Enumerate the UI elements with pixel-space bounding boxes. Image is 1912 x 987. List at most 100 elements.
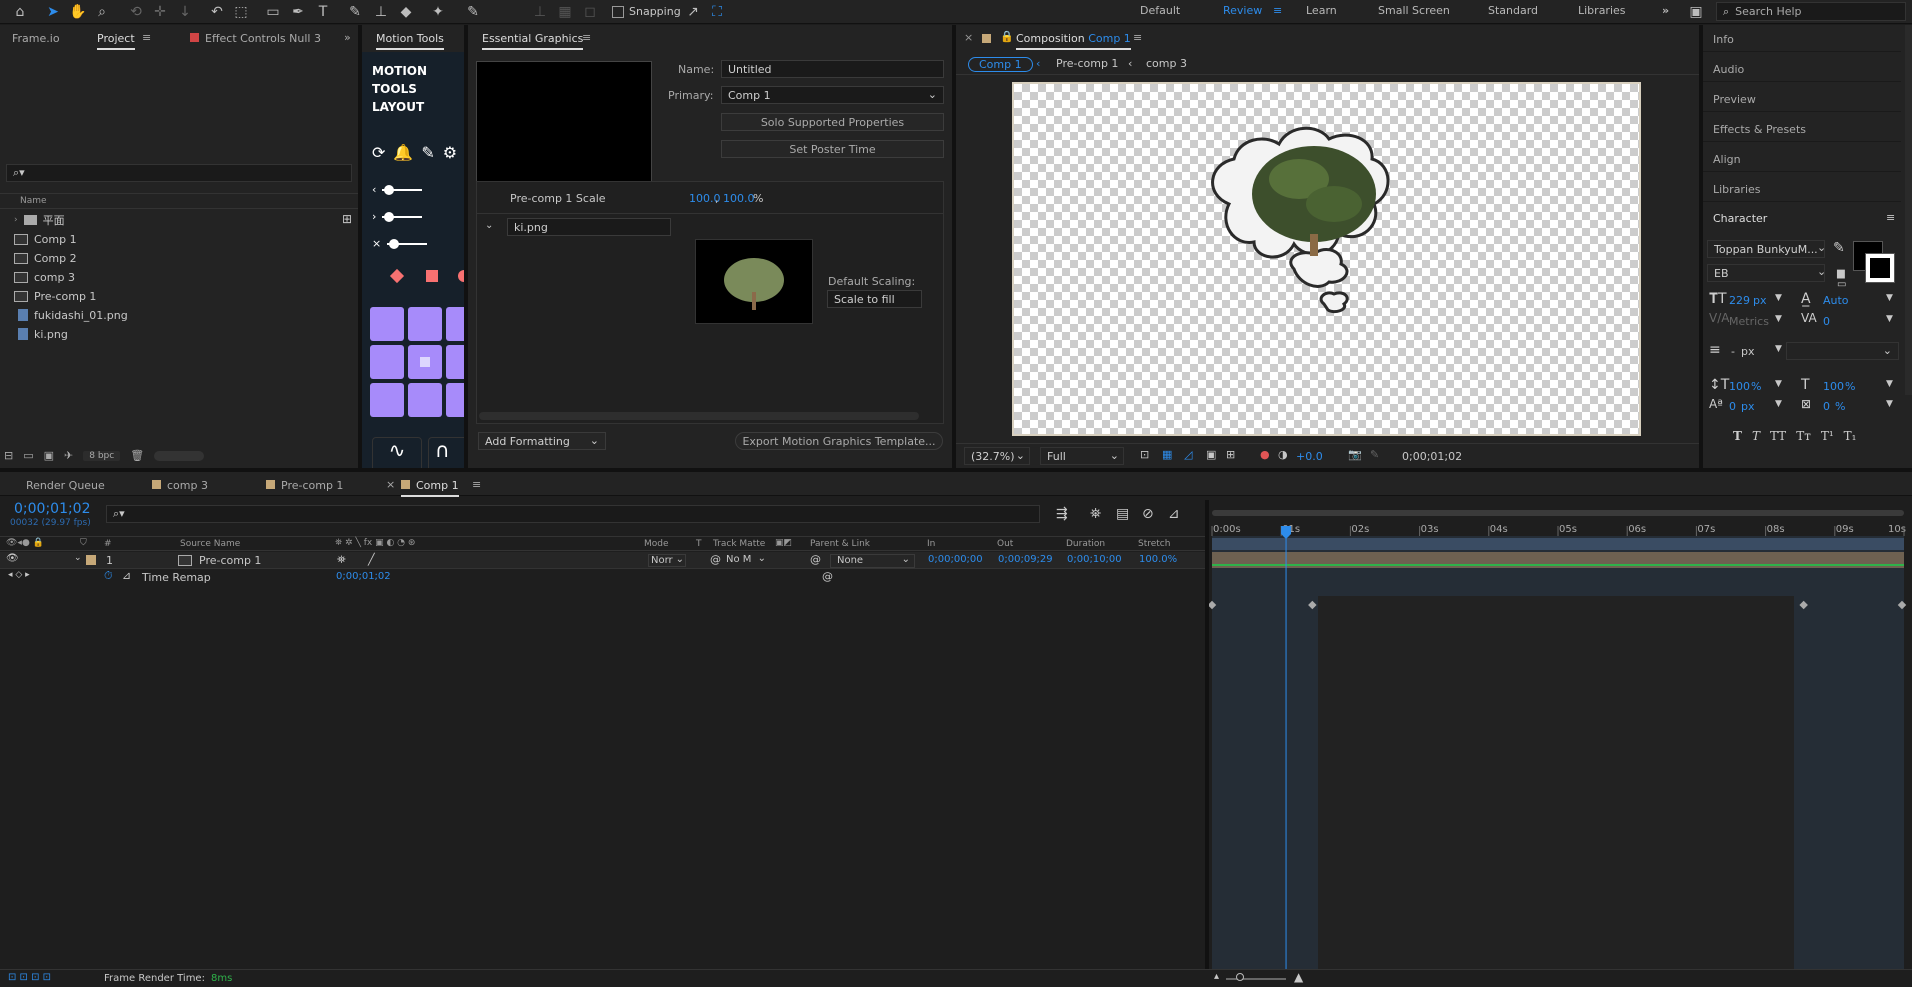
- panel-libraries[interactable]: Libraries: [1703, 175, 1901, 202]
- col-mode[interactable]: Mode: [644, 539, 669, 549]
- comp-mini-flowchart-icon[interactable]: ⇶: [1056, 506, 1068, 522]
- pen-tool-icon[interactable]: ✒: [288, 2, 308, 22]
- eyedropper-icon[interactable]: ✎: [1833, 240, 1845, 256]
- fast-preview-icon[interactable]: ⊡: [1140, 448, 1149, 461]
- col-number[interactable]: #: [104, 539, 112, 549]
- ease-in-slider[interactable]: ‹: [372, 183, 423, 196]
- anchor-cell[interactable]: [408, 307, 442, 341]
- graph-icon[interactable]: ⊿: [122, 569, 131, 582]
- property-row[interactable]: ◂ ◇ ▸ ⏱ ⊿ Time Remap 0;00;01;02 @: [0, 569, 1205, 585]
- chevron-down-icon[interactable]: ▼: [1886, 293, 1893, 303]
- chevron-down-icon[interactable]: ▼: [1775, 293, 1782, 303]
- list-item[interactable]: Comp 2: [14, 249, 77, 267]
- col-t[interactable]: T: [696, 539, 702, 549]
- flowchart-icon[interactable]: ⊞: [342, 212, 352, 226]
- vr-icon[interactable]: ▣: [1686, 2, 1706, 22]
- draft-3d-icon[interactable]: ⛯: [1090, 506, 1101, 522]
- tab-comp1[interactable]: Comp 1: [401, 479, 459, 497]
- brush-tool-icon[interactable]: ✎: [345, 2, 365, 22]
- clone-stamp-icon[interactable]: ⊥: [371, 2, 391, 22]
- column-header-name[interactable]: Name: [0, 193, 358, 209]
- refresh-icon[interactable]: ⟳: [372, 143, 385, 162]
- keyframe[interactable]: [1209, 600, 1217, 610]
- vertical-scale-value[interactable]: 100: [1729, 380, 1750, 393]
- trash-icon[interactable]: 🗑: [130, 449, 144, 462]
- panel-audio[interactable]: Audio: [1703, 55, 1901, 82]
- kerning-value[interactable]: Metrics: [1729, 315, 1769, 328]
- keyframe[interactable]: [1308, 600, 1317, 610]
- list-item[interactable]: Pre-comp 1: [14, 287, 96, 305]
- panel-info[interactable]: Info: [1703, 25, 1901, 52]
- panel-menu-icon[interactable]: ≡: [142, 31, 151, 44]
- col-in[interactable]: In: [927, 539, 935, 549]
- workspace-libraries[interactable]: Libraries: [1578, 4, 1626, 17]
- zoom-tool-icon[interactable]: ⌕: [92, 2, 112, 22]
- layer-out[interactable]: 0;00;09;29: [998, 554, 1053, 565]
- layer-duration[interactable]: 0;00;10;00: [1067, 554, 1122, 565]
- puppet-pin-icon[interactable]: ✎: [463, 2, 483, 22]
- footer-toggle-icons[interactable]: ⊡ ⊡ ⊡ ⊡: [8, 972, 51, 983]
- font-size-value[interactable]: 229: [1729, 294, 1750, 307]
- anchor-cell[interactable]: [446, 307, 464, 341]
- workspace-standard[interactable]: Standard: [1488, 4, 1538, 17]
- label-color-icon[interactable]: [86, 555, 96, 565]
- col-duration[interactable]: Duration: [1066, 539, 1105, 549]
- faux-bold-button[interactable]: T: [1733, 429, 1742, 443]
- snapshot-icon[interactable]: 📷: [1348, 448, 1362, 461]
- chevron-down-icon[interactable]: ▼: [1886, 314, 1893, 324]
- pencil-icon[interactable]: ✎: [421, 143, 434, 162]
- keyframe-square-icon[interactable]: [426, 270, 438, 282]
- exposure-icon[interactable]: ◑: [1278, 448, 1288, 461]
- tab-composition[interactable]: Composition Comp 1: [1016, 32, 1131, 50]
- current-timecode[interactable]: 0;00;01;02: [14, 501, 91, 517]
- zoom-slider-thumb[interactable]: [1236, 973, 1244, 981]
- more-tabs-icon[interactable]: »: [344, 31, 351, 44]
- ease-both-slider[interactable]: ×: [372, 237, 428, 250]
- track-matte-dropdown[interactable]: No M ⌄: [726, 553, 768, 567]
- default-scaling-dropdown[interactable]: Scale to fill: [827, 290, 922, 308]
- col-parent[interactable]: Parent & Link: [810, 539, 870, 549]
- resolution-dropdown[interactable]: Full ⌄: [1040, 447, 1124, 465]
- new-comp-icon[interactable]: ▣: [44, 449, 54, 462]
- frame-blending-icon[interactable]: ⊘: [1142, 506, 1154, 522]
- chevron-down-icon[interactable]: ▼: [1886, 399, 1893, 409]
- hand-tool-icon[interactable]: ✋: [68, 2, 88, 22]
- type-tool-icon[interactable]: T: [313, 2, 333, 22]
- scale-y-value[interactable]: 100.0: [723, 192, 755, 205]
- list-item[interactable]: › 平面: [14, 211, 65, 229]
- workspace-default[interactable]: Default: [1140, 4, 1180, 17]
- anchor-cell-center[interactable]: [408, 345, 442, 379]
- layer-name[interactable]: Pre-comp 1: [199, 554, 261, 567]
- workspace-review[interactable]: Review: [1223, 4, 1262, 17]
- pan-tool-icon[interactable]: ✛: [150, 2, 170, 22]
- export-template-button[interactable]: Export Motion Graphics Template...: [735, 432, 943, 450]
- breadcrumb-precomp1[interactable]: Pre-comp 1: [1056, 57, 1118, 70]
- list-item[interactable]: comp 3: [14, 268, 75, 286]
- tab-project[interactable]: Project: [97, 32, 135, 50]
- zoom-in-icon[interactable]: ▲: [1294, 970, 1303, 984]
- axis-icon[interactable]: ⊥: [530, 2, 550, 22]
- region-of-interest-icon[interactable]: ▣: [1206, 448, 1216, 461]
- render-icon[interactable]: ✈: [64, 449, 73, 462]
- tab-effect-controls[interactable]: Effect Controls Null 3: [190, 32, 321, 45]
- tracking-value[interactable]: 0: [1823, 315, 1830, 328]
- small-caps-button[interactable]: Tт: [1796, 429, 1811, 443]
- horizontal-scrollbar[interactable]: [479, 412, 919, 420]
- name-field[interactable]: Untitled: [721, 60, 944, 78]
- show-snapshot-icon[interactable]: ✎: [1370, 448, 1379, 461]
- selection-tool-icon[interactable]: ➤: [43, 2, 63, 22]
- expression-pickwhip-icon[interactable]: @: [822, 570, 833, 583]
- font-style-dropdown[interactable]: EB: [1707, 264, 1825, 282]
- media-name-field[interactable]: ki.png: [507, 218, 671, 236]
- magnification-dropdown[interactable]: (32.7%) ⌄: [964, 447, 1030, 465]
- tab-motion-tools[interactable]: Motion Tools: [376, 32, 444, 50]
- parent-dropdown[interactable]: None ⌄: [830, 554, 915, 568]
- collapse-switch-icon[interactable]: ⛯: [337, 553, 346, 567]
- solo-supported-button[interactable]: Solo Supported Properties: [721, 113, 944, 131]
- panel-menu-icon[interactable]: ≡: [1886, 211, 1895, 224]
- chevron-down-icon[interactable]: ▼: [1775, 344, 1782, 354]
- tab-render-queue[interactable]: Render Queue: [26, 479, 105, 492]
- rotate-tool-icon[interactable]: ↶: [207, 2, 227, 22]
- graph-editor-icon[interactable]: ⊿: [1168, 506, 1180, 522]
- anchor-cell[interactable]: [370, 307, 404, 341]
